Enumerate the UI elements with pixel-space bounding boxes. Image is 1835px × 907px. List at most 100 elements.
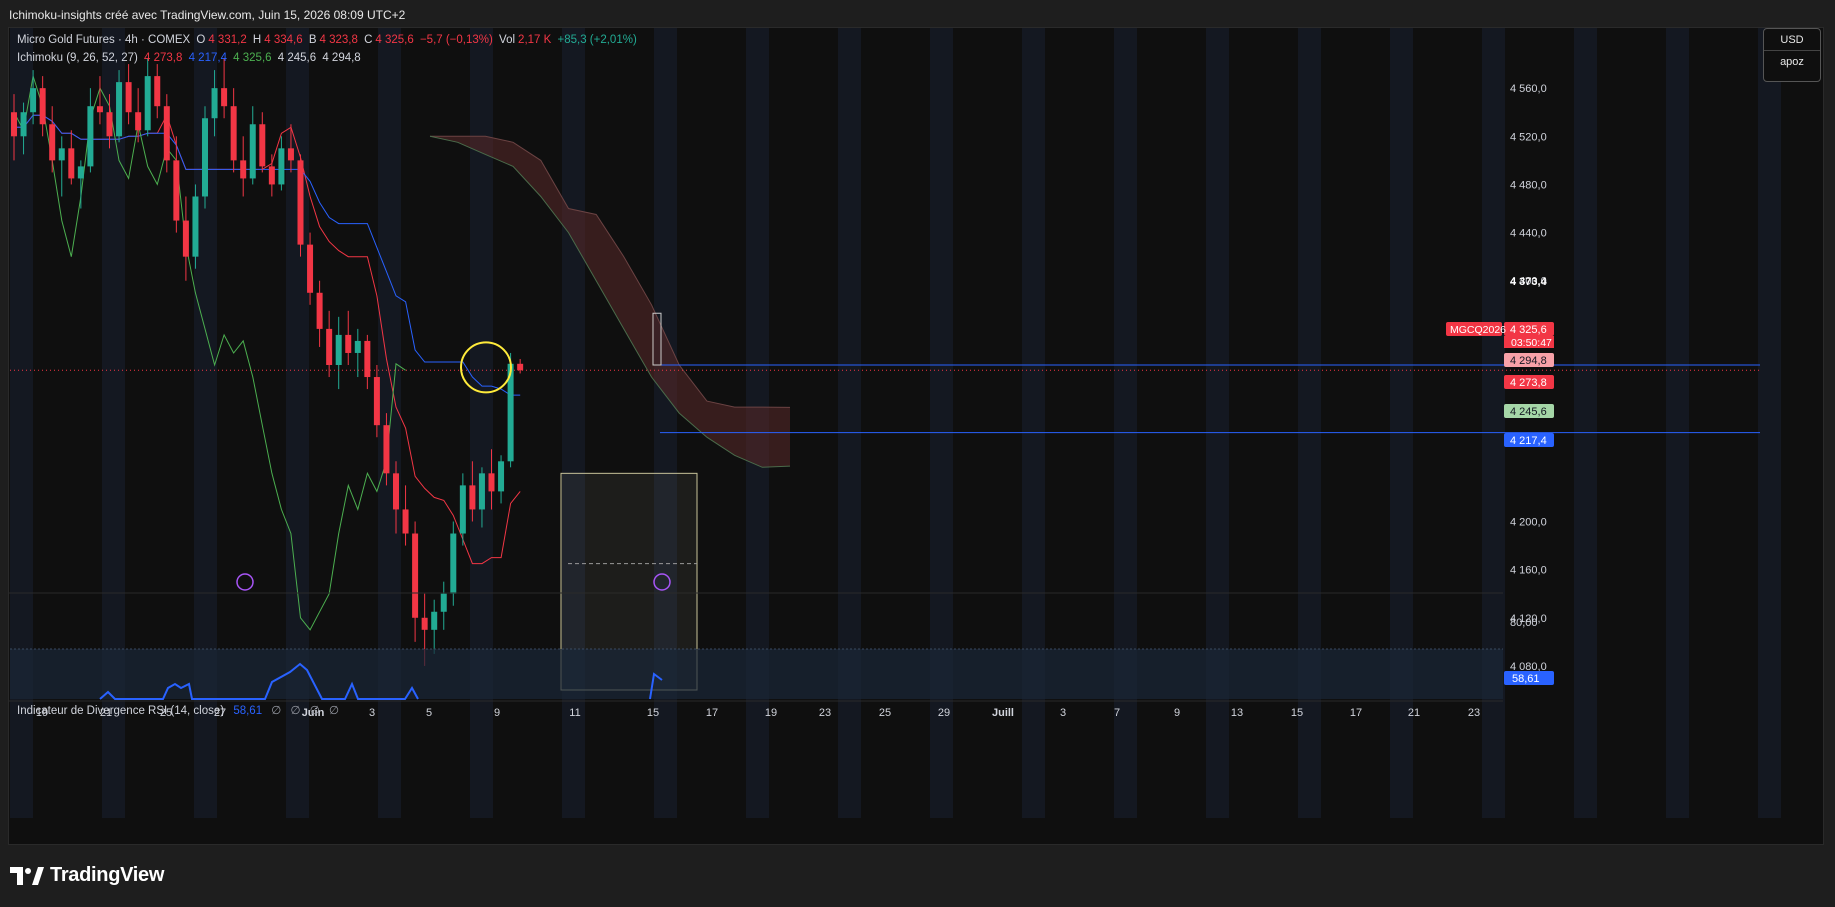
- rsi-empty-value: ∅: [271, 705, 282, 717]
- candle-body: [297, 160, 304, 245]
- candle-body: [450, 533, 457, 594]
- time-axis-label: 11: [569, 707, 580, 719]
- close-value: 4 325,6: [375, 34, 414, 46]
- price-badge-label: 4 273,8: [1510, 377, 1547, 389]
- candle-body: [30, 88, 37, 113]
- rsi-title[interactable]: Indicateur de Divergence RSI (14, close): [17, 705, 224, 717]
- countdown-label: 03:50:47: [1511, 337, 1552, 349]
- candle-body: [20, 112, 27, 137]
- time-axis-label: 7: [1114, 707, 1120, 719]
- rsi-empty-value: ∅: [329, 705, 340, 717]
- candle-body: [39, 88, 46, 125]
- rsi-value: 58,61: [233, 705, 263, 717]
- vol-value: 2,17 K: [518, 34, 552, 46]
- candle-body: [345, 334, 352, 353]
- candle-body: [364, 340, 371, 378]
- price-axis-label: 4 520,0: [1510, 131, 1547, 143]
- candle-body: [469, 485, 476, 510]
- candle-body: [393, 473, 399, 510]
- candle-body: [249, 124, 256, 179]
- candle-body: [517, 363, 524, 371]
- time-axis-label: Juill: [992, 707, 1014, 719]
- high-label: H: [252, 34, 262, 46]
- candle-body: [354, 340, 361, 353]
- candle-body: [68, 148, 75, 179]
- rsi-axis-label: 80,00: [1510, 617, 1538, 629]
- vol-label: Vol: [499, 34, 516, 46]
- candle-body: [49, 124, 56, 161]
- candle-body: [459, 485, 466, 534]
- time-axis-label: 5: [426, 707, 432, 719]
- ichimoku-title[interactable]: Ichimoku (9, 26, 52, 27): [17, 52, 138, 64]
- time-axis-label: 25: [879, 707, 891, 719]
- time-axis-label: 9: [1174, 707, 1180, 719]
- candle-body: [259, 124, 266, 167]
- session-band: [1666, 28, 1689, 818]
- candle-body: [106, 112, 113, 137]
- candle-body: [440, 593, 447, 612]
- candle-body: [335, 334, 342, 365]
- candle-body: [116, 82, 123, 137]
- time-axis-label: 19: [765, 707, 777, 719]
- rsi-badge-label: 58,61: [1512, 673, 1540, 685]
- candle-body: [11, 112, 17, 137]
- price-badge-label: 4 294,8: [1510, 355, 1547, 367]
- price-chart[interactable]: 4 560,04 520,04 480,04 440,04 400,04 360…: [0, 0, 1835, 907]
- price-axis-label: 4 440,0: [1510, 228, 1547, 240]
- candle-body: [478, 473, 485, 510]
- candle-body: [154, 76, 161, 107]
- session-band: [1482, 28, 1505, 818]
- brand-name: TradingView: [50, 864, 165, 886]
- brand-footer[interactable]: TradingView: [10, 864, 164, 887]
- session-band: [1758, 28, 1781, 818]
- session-band: [930, 28, 953, 818]
- user-label: apoz: [1780, 56, 1804, 68]
- currency-code[interactable]: USD: [1764, 29, 1820, 51]
- time-axis-label: 13: [1231, 707, 1243, 719]
- rsi-band: [10, 649, 1503, 699]
- rsi-legend: Indicateur de Divergence RSI (14, close)…: [17, 703, 339, 717]
- open-value: 4 331,2: [208, 34, 247, 46]
- time-axis-label: 15: [1291, 707, 1303, 719]
- symbol-label[interactable]: Micro Gold Futures · 4h · COMEX: [17, 34, 190, 46]
- session-band: [654, 28, 677, 818]
- time-axis-label: 23: [1468, 707, 1480, 719]
- candle-body: [421, 617, 428, 630]
- tenkan-line: [14, 113, 521, 565]
- high-value: 4 334,6: [264, 34, 303, 46]
- ichimoku-value: 4 245,6: [277, 52, 317, 64]
- session-band: [1574, 28, 1597, 818]
- event-marker-icon: [236, 573, 254, 591]
- candle-body: [488, 473, 495, 492]
- rsi-empty-value: ∅: [309, 705, 320, 717]
- candle-body: [412, 533, 419, 618]
- ichimoku-legend: Ichimoku (9, 26, 52, 27) 4 273,8 4 217,4…: [17, 52, 364, 64]
- ichimoku-value: 4 325,6: [233, 52, 272, 64]
- time-axis-label: 3: [1060, 707, 1066, 719]
- currency-selector[interactable]: USD apoz: [1763, 28, 1821, 82]
- candle-body: [58, 148, 65, 161]
- time-axis-label: 23: [819, 707, 831, 719]
- time-axis-label: 21: [1408, 707, 1420, 719]
- symbol-tag-label: MGCQ2026: [1450, 324, 1506, 336]
- low-label: B: [308, 34, 317, 46]
- price-axis-label: 4 160,0: [1510, 565, 1547, 577]
- candle-body: [96, 106, 103, 113]
- price-badge-label: 4 373,4: [1510, 276, 1548, 288]
- session-band: [1298, 28, 1321, 818]
- candle-body: [402, 509, 409, 534]
- time-axis-label: 9: [494, 707, 500, 719]
- candle-body: [383, 425, 390, 474]
- ohlc-legend: Micro Gold Futures · 4h · COMEX O4 331,2…: [17, 34, 640, 46]
- candle-body: [431, 611, 438, 630]
- session-band: [10, 28, 33, 818]
- time-axis-label: 17: [706, 707, 718, 719]
- time-axis-label: 17: [1350, 707, 1362, 719]
- price-axis-label: 4 560,0: [1510, 83, 1547, 95]
- candle-body: [211, 88, 218, 119]
- price-badge-label: 4 217,4: [1510, 435, 1547, 447]
- ichimoku-value: 4 273,8: [144, 52, 183, 64]
- candle-body: [230, 106, 237, 161]
- time-axis-label: 15: [647, 707, 659, 719]
- rsi-empty-value: ∅: [290, 705, 301, 717]
